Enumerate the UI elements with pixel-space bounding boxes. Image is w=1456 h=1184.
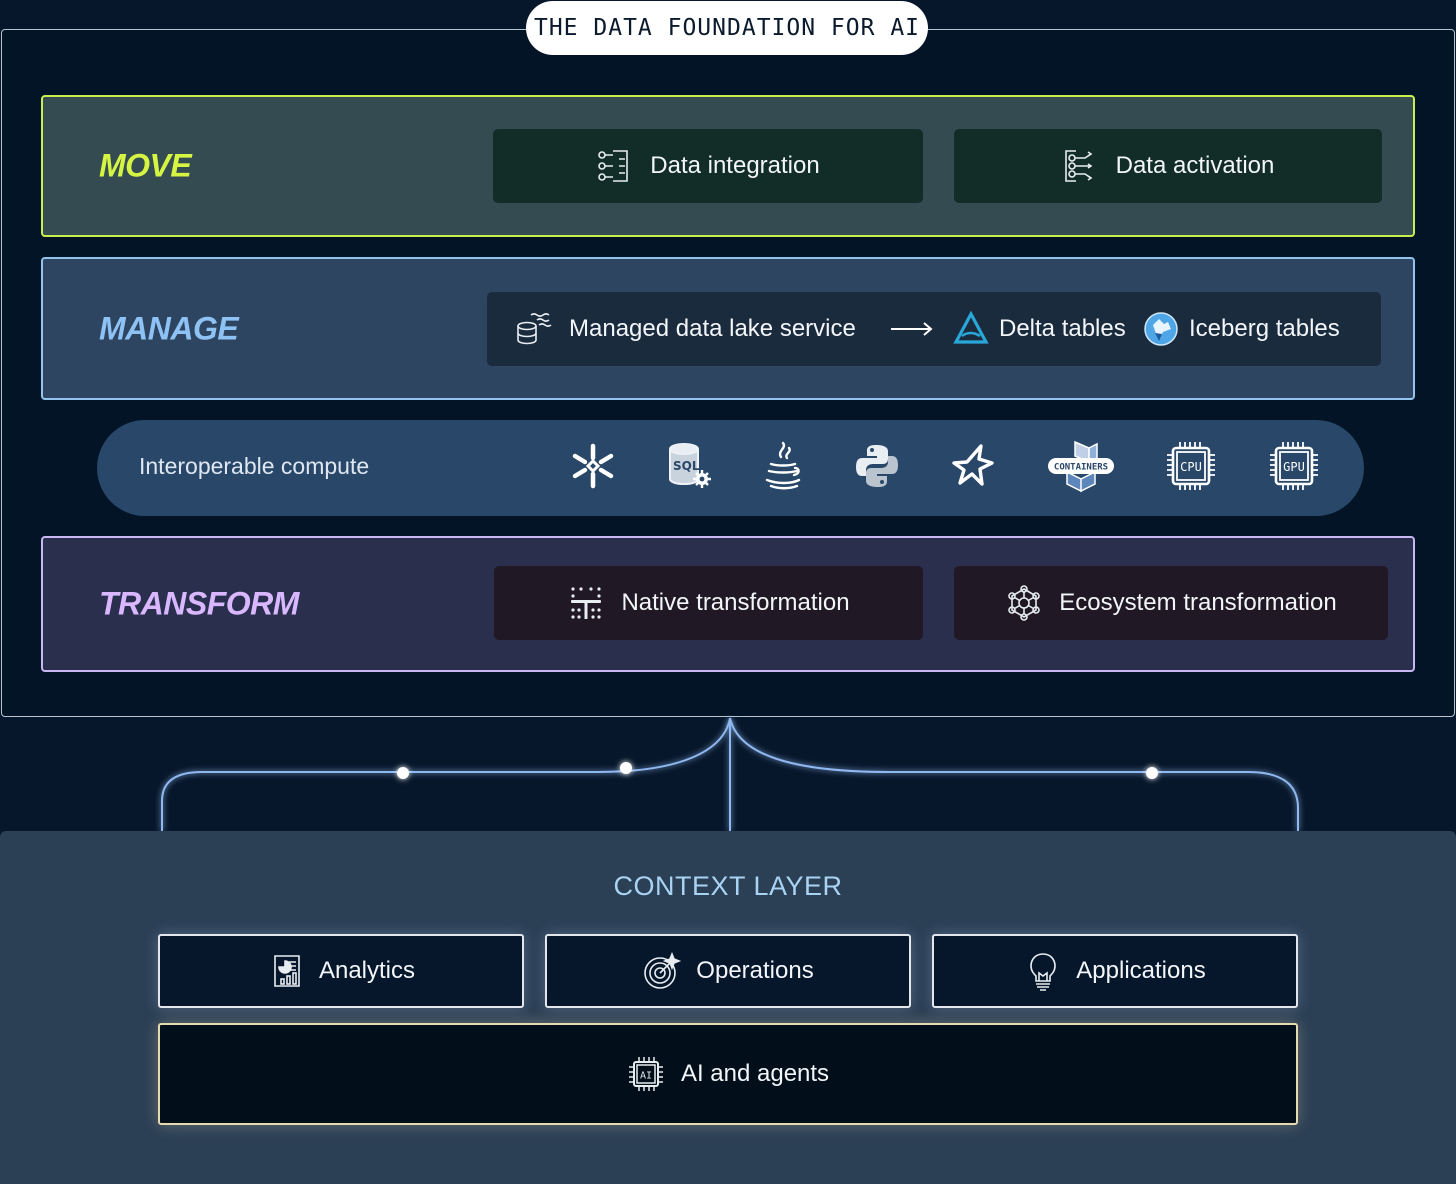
arrow-right-icon — [889, 292, 935, 366]
move-title: MOVE — [99, 147, 192, 184]
transform-title: TRANSFORM — [99, 585, 299, 622]
applications-card[interactable]: Applications — [932, 934, 1298, 1008]
context-layer-title: CONTEXT LAYER — [613, 871, 843, 901]
gpu-icon[interactable]: GPU — [1262, 434, 1326, 498]
data-activation-icon — [1062, 147, 1100, 185]
iceberg-icon — [1143, 311, 1179, 347]
data-integration-icon — [596, 147, 634, 185]
operations-card[interactable]: Operations — [545, 934, 911, 1008]
delta-lake-icon — [953, 311, 989, 347]
ecosystem-transformation-card[interactable]: Ecosystem transformation — [954, 566, 1388, 640]
badge-label: THE DATA FOUNDATION FOR AI — [533, 15, 921, 41]
ecosystem-icon — [1005, 584, 1043, 622]
analytics-icon — [267, 952, 305, 990]
ai-agents-label: AI and agents — [680, 1060, 830, 1087]
snowflake-icon[interactable] — [561, 434, 625, 498]
containers-icon-text: CONTAINERS — [1054, 463, 1108, 473]
delta-tables-item[interactable]: Delta tables — [953, 292, 1126, 366]
data-integration-label: Data integration — [650, 152, 820, 179]
cpu-icon[interactable]: CPU — [1159, 434, 1223, 498]
native-transformation-card[interactable]: Native transformation — [494, 566, 923, 640]
lightbulb-icon — [1024, 951, 1062, 991]
connector-node — [620, 762, 632, 774]
analytics-label: Analytics — [318, 957, 416, 984]
java-icon[interactable] — [751, 434, 815, 498]
star-icon[interactable] — [942, 434, 1006, 498]
applications-label: Applications — [1076, 957, 1206, 984]
data-lake-icon — [515, 310, 553, 348]
connector-node — [397, 767, 409, 779]
cpu-icon-text: CPU — [1180, 460, 1202, 474]
native-transformation-label: Native transformation — [621, 589, 850, 616]
gpu-icon-text: GPU — [1283, 460, 1305, 474]
sql-icon[interactable]: SQL — [657, 434, 721, 498]
operations-icon — [642, 951, 682, 991]
foundation-badge: THE DATA FOUNDATION FOR AI — [526, 1, 928, 55]
data-lake-panel: Managed data lake service Delta tables I… — [487, 292, 1381, 366]
python-icon[interactable] — [845, 434, 909, 498]
connector-node — [1146, 767, 1158, 779]
iceberg-tables-label: Iceberg tables — [1189, 315, 1340, 342]
analytics-card[interactable]: Analytics — [158, 934, 524, 1008]
ecosystem-transformation-label: Ecosystem transformation — [1059, 589, 1337, 616]
manage-title: MANAGE — [99, 310, 239, 346]
iceberg-tables-item[interactable]: Iceberg tables — [1143, 292, 1340, 366]
compute-label: Interoperable compute — [139, 453, 370, 479]
sql-icon-text: SQL — [673, 459, 700, 473]
native-transformation-icon — [567, 584, 605, 622]
delta-tables-label: Delta tables — [999, 315, 1126, 342]
interoperable-compute: Interoperable compute SQL CONTAINERS CPU… — [97, 420, 1364, 516]
containers-icon[interactable]: CONTAINERS — [1037, 434, 1125, 498]
data-integration-card[interactable]: Data integration — [493, 129, 923, 203]
ai-chip-text: AI — [640, 1071, 652, 1082]
ai-chip-icon: AI — [627, 1055, 665, 1093]
data-lake-service[interactable]: Managed data lake service — [515, 292, 856, 366]
connector-lines — [161, 717, 1299, 831]
ai-agents-card[interactable]: AI AI and agents — [158, 1023, 1298, 1125]
data-lake-label: Managed data lake service — [569, 315, 856, 342]
operations-label: Operations — [696, 957, 814, 984]
data-activation-label: Data activation — [1115, 152, 1275, 179]
data-activation-card[interactable]: Data activation — [954, 129, 1382, 203]
